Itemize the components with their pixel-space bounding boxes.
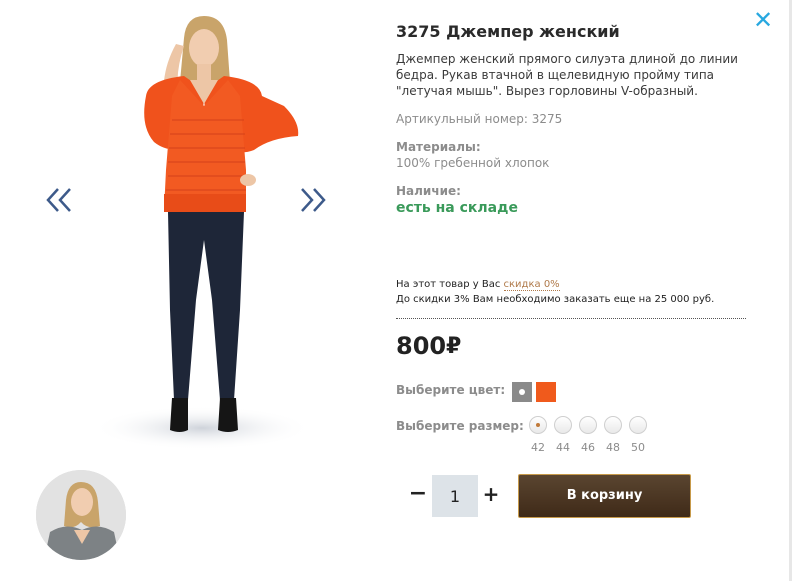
stock-status: есть на складе bbox=[396, 200, 518, 216]
size-label-42: 42 bbox=[531, 441, 545, 454]
close-icon[interactable]: ✕ bbox=[751, 8, 775, 32]
stock-label: Наличие: bbox=[396, 184, 461, 198]
chevron-double-right-icon[interactable] bbox=[298, 185, 328, 215]
currency-icon: ₽ bbox=[446, 334, 462, 359]
materials-value: 100% гребенной хлопок bbox=[396, 156, 550, 170]
article-number: Артикульный номер: 3275 bbox=[396, 112, 563, 126]
price-value: 800 bbox=[396, 332, 447, 360]
discount-link[interactable]: скидка 0% bbox=[503, 279, 560, 291]
thumbnail-image bbox=[36, 470, 126, 560]
size-radio-42[interactable] bbox=[529, 416, 547, 434]
size-radio-50[interactable] bbox=[629, 416, 647, 434]
quantity-increase-button[interactable]: + bbox=[481, 482, 501, 506]
color-label: Выберите цвет: bbox=[396, 383, 506, 397]
size-radio-44[interactable] bbox=[554, 416, 572, 434]
product-thumbnail[interactable] bbox=[36, 470, 126, 560]
color-swatch-gray[interactable] bbox=[512, 382, 532, 402]
divider bbox=[396, 318, 746, 319]
size-radio-46[interactable] bbox=[579, 416, 597, 434]
product-photo bbox=[92, 16, 312, 450]
discount-info: На этот товар у Вас скидка 0% bbox=[396, 279, 560, 291]
size-radio-48[interactable] bbox=[604, 416, 622, 434]
size-label-50: 50 bbox=[631, 441, 645, 454]
quantity-input[interactable] bbox=[432, 475, 478, 517]
product-title: 3275 Джемпер женский bbox=[396, 22, 620, 41]
materials-label: Материалы: bbox=[396, 140, 481, 154]
discount-prefix: На этот товар у Вас bbox=[396, 279, 504, 290]
size-label-46: 46 bbox=[581, 441, 595, 454]
add-to-cart-button[interactable]: В корзину bbox=[518, 474, 691, 518]
discount-next-tier: До скидки 3% Вам необходимо заказать еще… bbox=[396, 294, 715, 305]
quantity-decrease-button[interactable]: − bbox=[408, 482, 428, 506]
color-swatch-orange[interactable] bbox=[536, 382, 556, 402]
size-label-48: 48 bbox=[606, 441, 620, 454]
size-label: Выберите размер: bbox=[396, 419, 524, 433]
product-description: Джемпер женский прямого силуэта длиной д… bbox=[396, 52, 738, 98]
size-label-44: 44 bbox=[556, 441, 570, 454]
chevron-double-left-icon[interactable] bbox=[44, 185, 74, 215]
